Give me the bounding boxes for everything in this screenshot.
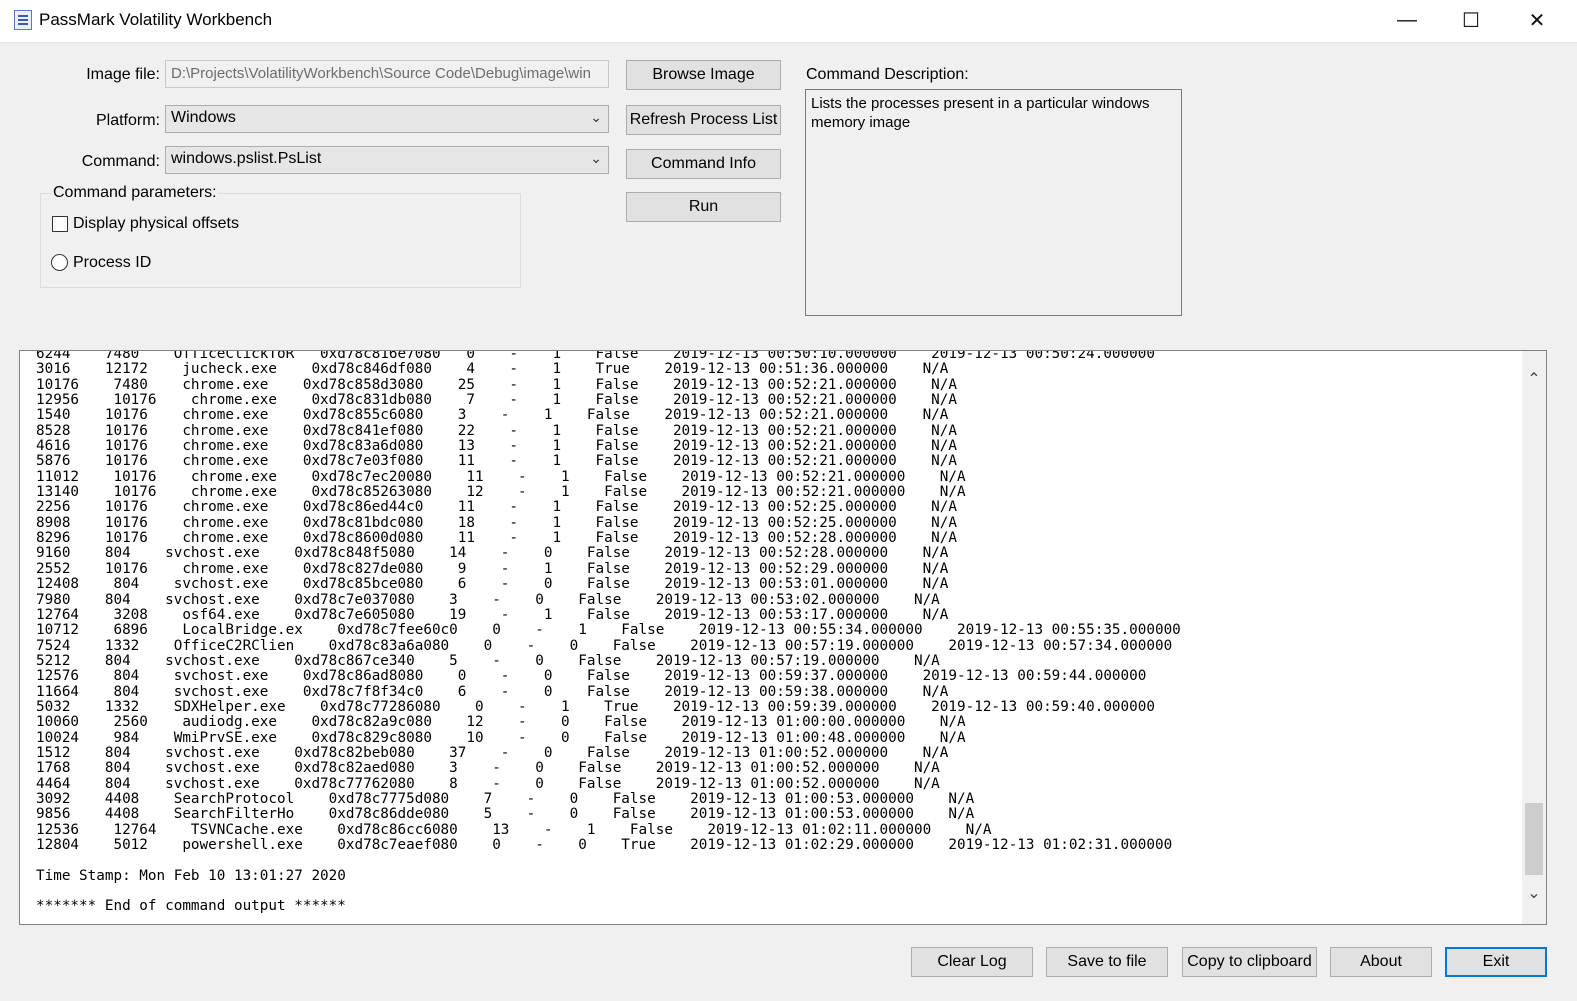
scroll-down-icon[interactable]: ⌄ bbox=[1522, 883, 1546, 903]
log-line: 3016 12172 jucheck.exe 0xd78c846df080 4 … bbox=[36, 361, 949, 378]
app-icon bbox=[14, 10, 32, 30]
log-line: ******* End of command output ****** bbox=[36, 898, 346, 915]
log-line: 12536 12764 TSVNCache.exe 0xd78c86cc6080… bbox=[36, 821, 992, 838]
maximize-icon: ☐ bbox=[1462, 9, 1480, 32]
log-line: 7980 804 svchost.exe 0xd78c7e037080 3 - … bbox=[36, 591, 940, 608]
image-file-label: Image file: bbox=[86, 66, 160, 83]
log-line: 11012 10176 chrome.exe 0xd78c7ec20080 11… bbox=[36, 468, 966, 485]
log-line: 12764 3208 osf64.exe 0xd78c7e605080 19 -… bbox=[36, 606, 949, 623]
command-parameters-title: Command parameters: bbox=[52, 184, 218, 202]
log-line: 8296 10176 chrome.exe 0xd78c8600d080 11 … bbox=[36, 530, 957, 547]
log-line: 10712 6896 LocalBridge.ex 0xd78c7fee60c0… bbox=[36, 622, 1181, 639]
log-line: 12408 804 svchost.exe 0xd78c85bce080 6 -… bbox=[36, 576, 949, 593]
platform-value: Windows bbox=[171, 109, 236, 126]
run-button[interactable]: Run bbox=[626, 192, 781, 222]
log-line: 8908 10176 chrome.exe 0xd78c81bdc080 18 … bbox=[36, 514, 957, 531]
log-line: 4616 10176 chrome.exe 0xd78c83a6d080 13 … bbox=[36, 438, 957, 455]
process-id-label[interactable]: Process ID bbox=[73, 254, 151, 272]
command-select[interactable]: windows.pslist.PsList ⌄ bbox=[165, 146, 609, 174]
about-button[interactable]: About bbox=[1330, 947, 1432, 977]
log-line: 12956 10176 chrome.exe 0xd78c831db080 7 … bbox=[36, 392, 957, 409]
log-line: 9160 804 svchost.exe 0xd78c848f5080 14 -… bbox=[36, 545, 949, 562]
log-line: 7524 1332 OfficeC2RClien 0xd78c83a6a080 … bbox=[36, 637, 1173, 654]
log-line: 13140 10176 chrome.exe 0xd78c85263080 12… bbox=[36, 484, 966, 501]
log-line: 1512 804 svchost.exe 0xd78c82beb080 37 -… bbox=[36, 744, 949, 761]
save-to-file-button[interactable]: Save to file bbox=[1046, 947, 1168, 977]
scroll-up-icon[interactable]: ⌃ bbox=[1522, 369, 1546, 389]
log-line: 12576 804 svchost.exe 0xd78c86ad8080 0 -… bbox=[36, 668, 1147, 685]
command-description-label: Command Description: bbox=[806, 66, 969, 83]
log-line: Time Stamp: Mon Feb 10 13:01:27 2020 bbox=[36, 867, 346, 884]
command-info-button[interactable]: Command Info bbox=[626, 149, 781, 179]
minimize-button[interactable]: — bbox=[1376, 0, 1438, 40]
log-line: 5032 1332 SDXHelper.exe 0xd78c77286080 0… bbox=[36, 698, 1155, 715]
process-id-radio[interactable] bbox=[51, 254, 68, 271]
display-physical-offsets-label[interactable]: Display physical offsets bbox=[73, 215, 239, 233]
log-line: 4464 804 svchost.exe 0xd78c77762080 8 - … bbox=[36, 775, 940, 792]
clear-log-button[interactable]: Clear Log bbox=[911, 947, 1033, 977]
log-line: 2256 10176 chrome.exe 0xd78c86ed44c0 11 … bbox=[36, 499, 957, 516]
display-physical-offsets-checkbox[interactable] bbox=[52, 216, 68, 232]
log-line: 9856 4408 SearchFilterHo 0xd78c86dde080 … bbox=[36, 806, 975, 823]
maximize-button[interactable]: ☐ bbox=[1440, 0, 1502, 40]
log-line: 10024 984 WmiPrvSE.exe 0xd78c829c8080 10… bbox=[36, 729, 966, 746]
chevron-down-icon: ⌄ bbox=[590, 150, 602, 166]
refresh-process-list-button[interactable]: Refresh Process List bbox=[626, 105, 781, 135]
log-line: 1540 10176 chrome.exe 0xd78c855c6080 3 -… bbox=[36, 407, 949, 424]
log-line: 1768 804 svchost.exe 0xd78c82aed080 3 - … bbox=[36, 760, 940, 777]
window-title: PassMark Volatility Workbench bbox=[39, 10, 273, 29]
close-button[interactable]: ✕ bbox=[1506, 0, 1568, 40]
command-description-box: Lists the processes present in a particu… bbox=[805, 89, 1182, 316]
command-label: Command: bbox=[81, 153, 160, 170]
log-line: 12804 5012 powershell.exe 0xd78c7eaef080… bbox=[36, 837, 1173, 853]
log-output[interactable]: 6244 7480 OfficeClickToR 0xd78c816e7080 … bbox=[19, 350, 1547, 925]
log-line: 10060 2560 audiodg.exe 0xd78c82a9c080 12… bbox=[36, 714, 966, 731]
title-bar: PassMark Volatility Workbench — ☐ ✕ bbox=[0, 0, 1577, 43]
command-parameters-group bbox=[40, 193, 521, 288]
image-file-field[interactable]: D:\Projects\VolatilityWorkbench\Source C… bbox=[165, 60, 609, 88]
log-line: 5212 804 svchost.exe 0xd78c867ce340 5 - … bbox=[36, 652, 940, 669]
close-icon: ✕ bbox=[1528, 9, 1546, 32]
log-line: 11664 804 svchost.exe 0xd78c7f8f34c0 6 -… bbox=[36, 683, 949, 700]
platform-label: Platform: bbox=[95, 112, 160, 129]
exit-button[interactable]: Exit bbox=[1445, 947, 1547, 977]
chevron-down-icon: ⌄ bbox=[590, 109, 602, 125]
platform-select[interactable]: Windows ⌄ bbox=[165, 105, 609, 133]
log-line: 2552 10176 chrome.exe 0xd78c827de080 9 -… bbox=[36, 560, 949, 577]
copy-to-clipboard-button[interactable]: Copy to clipboard bbox=[1182, 947, 1317, 977]
scroll-thumb[interactable] bbox=[1525, 803, 1543, 875]
log-scrollbar[interactable]: ⌃ ⌄ bbox=[1522, 351, 1546, 924]
log-line: 3092 4408 SearchProtocol 0xd78c7775d080 … bbox=[36, 790, 975, 807]
minimize-icon: — bbox=[1397, 8, 1417, 31]
command-value: windows.pslist.PsList bbox=[171, 150, 322, 167]
log-line: 8528 10176 chrome.exe 0xd78c841ef080 22 … bbox=[36, 422, 957, 439]
log-line: 10176 7480 chrome.exe 0xd78c858d3080 25 … bbox=[36, 376, 957, 393]
log-line: 5876 10176 chrome.exe 0xd78c7e03f080 11 … bbox=[36, 453, 957, 470]
log-text: 6244 7480 OfficeClickToR 0xd78c816e7080 … bbox=[36, 351, 1181, 915]
browse-image-button[interactable]: Browse Image bbox=[626, 60, 781, 90]
